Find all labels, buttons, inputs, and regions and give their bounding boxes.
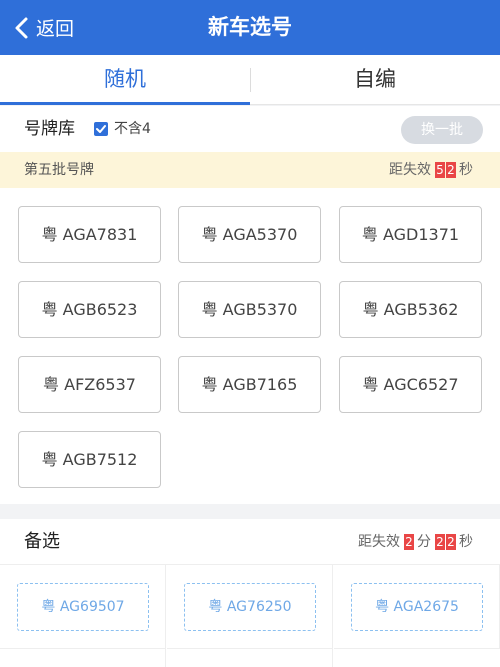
plate-option[interactable]: 粤 AGB7512 (18, 431, 161, 488)
exclude-4-label[interactable]: 不含4 (114, 106, 151, 152)
alternate-plate[interactable]: 粤 AGA2675 (351, 583, 483, 631)
countdown-digit: 2 (446, 534, 456, 550)
tab-random[interactable]: 随机 (0, 55, 250, 105)
alternate-cell (0, 649, 166, 667)
countdown-digit: 2 (446, 162, 456, 178)
countdown-label: 距失效 (358, 534, 400, 550)
plate-option[interactable]: 粤 AGC6527 (339, 356, 482, 413)
chevron-left-icon (15, 17, 28, 38)
plate-option[interactable]: 粤 AGA5370 (178, 206, 321, 263)
plate-option[interactable]: 粤 AFZ6537 (18, 356, 161, 413)
alternate-plate[interactable]: 粤 AG69507 (17, 583, 149, 631)
plate-option[interactable]: 粤 AGB5362 (339, 281, 482, 338)
plate-library-title: 号牌库 (24, 119, 75, 139)
plate-option[interactable]: 粤 AGB6523 (18, 281, 161, 338)
countdown-digit: 5 (435, 162, 445, 178)
countdown-digit: 2 (404, 534, 414, 550)
alternate-cell: 粤 AG76250 (167, 565, 333, 649)
alternates-header: 备选 距失效 2 分 2 2 秒 (0, 519, 500, 565)
tab-custom[interactable]: 自编 (250, 55, 500, 104)
checkmark-icon (96, 125, 106, 133)
countdown-unit: 秒 (459, 162, 473, 178)
page-title: 新车选号 (208, 15, 292, 39)
back-label: 返回 (36, 18, 75, 40)
alternate-plate[interactable]: 粤 AG76250 (184, 583, 316, 631)
plate-library-row: 号牌库 不含4 换一批 (0, 106, 500, 152)
plate-grid: 粤 AGA7831 粤 AGA5370 粤 AGD1371 粤 AGB6523 … (0, 188, 500, 504)
plate-option[interactable]: 粤 AGA7831 (18, 206, 161, 263)
exclude-4-checkbox[interactable] (94, 122, 108, 136)
countdown-unit: 秒 (459, 534, 473, 550)
plate-option[interactable]: 粤 AGD1371 (339, 206, 482, 263)
batch-countdown: 距失效 5 2 秒 (386, 152, 476, 188)
countdown-unit: 分 (417, 534, 431, 550)
alternate-cell: 粤 AG69507 (0, 565, 166, 649)
alternates-countdown: 距失效 2 分 2 2 秒 (355, 519, 476, 565)
swap-batch-button[interactable]: 换一批 (401, 116, 483, 144)
tab-divider (250, 68, 251, 92)
nav-bar: 返回 新车选号 (0, 0, 500, 55)
alternates-grid: 粤 AG69507 粤 AG76250 粤 AGA2675 (0, 565, 500, 667)
alternates-title: 备选 (24, 531, 60, 552)
batch-title: 第五批号牌 (24, 162, 94, 178)
alternate-cell: 粤 AGA2675 (334, 565, 500, 649)
plate-option[interactable]: 粤 AGB7165 (178, 356, 321, 413)
alternate-cell (167, 649, 333, 667)
batch-banner: 第五批号牌 距失效 5 2 秒 (0, 152, 500, 188)
plate-option[interactable]: 粤 AGB5370 (178, 281, 321, 338)
countdown-digit: 2 (435, 534, 445, 550)
countdown-label: 距失效 (389, 162, 431, 178)
back-button[interactable]: 返回 (12, 0, 74, 55)
